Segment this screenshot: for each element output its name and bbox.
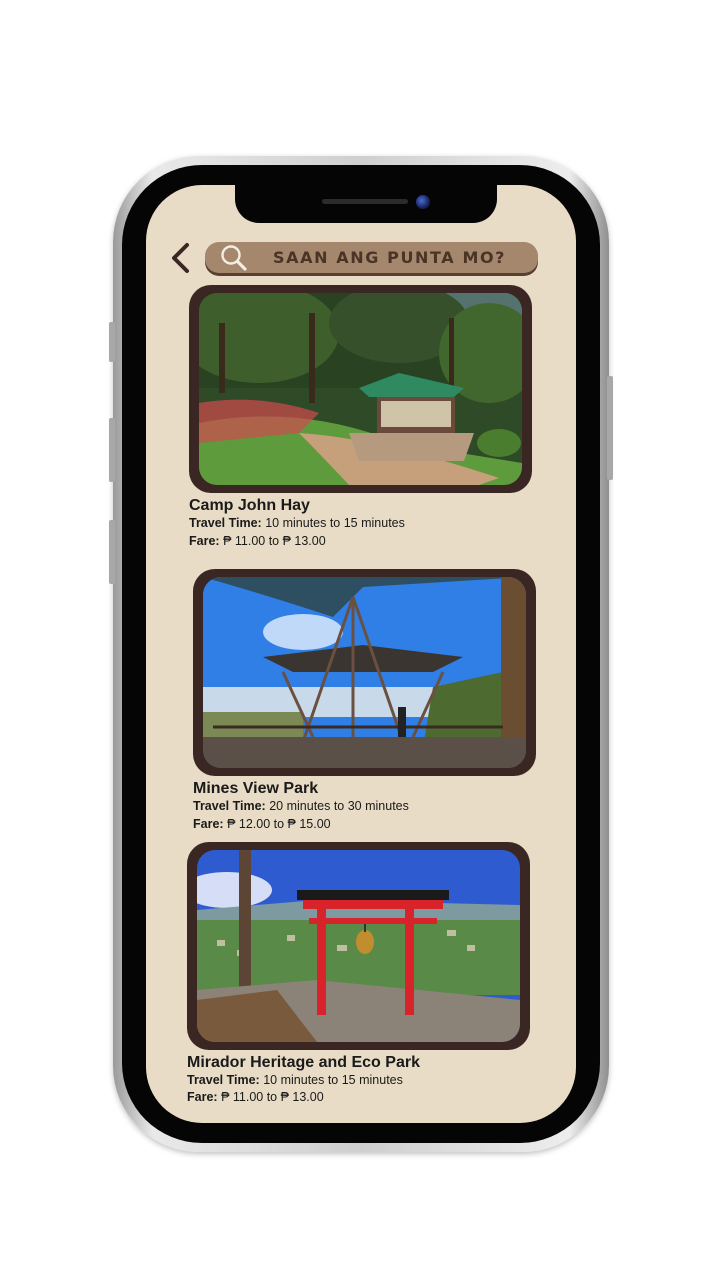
power-button bbox=[607, 376, 613, 480]
fare-row: Fare: ₱ 11.00 to ₱ 13.00 bbox=[189, 534, 326, 548]
volume-down-button bbox=[109, 520, 115, 584]
travel-time-label: Travel Time: bbox=[193, 799, 266, 813]
travel-time-row: Travel Time: 10 minutes to 15 minutes bbox=[189, 516, 405, 530]
travel-time-label: Travel Time: bbox=[189, 516, 262, 530]
fare-value: ₱ 12.00 to ₱ 15.00 bbox=[227, 817, 331, 831]
camera-icon bbox=[416, 195, 430, 209]
search-icon bbox=[221, 245, 247, 271]
travel-time-row: Travel Time: 10 minutes to 15 minutes bbox=[187, 1073, 403, 1087]
silent-switch bbox=[109, 322, 115, 362]
fare-label: Fare: bbox=[193, 817, 224, 831]
place-card-camp-john-hay[interactable] bbox=[189, 285, 532, 493]
back-button[interactable] bbox=[166, 240, 196, 276]
search-bar[interactable]: SAAN ANG PUNTA MO? bbox=[205, 242, 538, 273]
travel-time-value: 10 minutes to 15 minutes bbox=[265, 516, 405, 530]
travel-time-value: 10 minutes to 15 minutes bbox=[263, 1073, 403, 1087]
volume-up-button bbox=[109, 418, 115, 482]
place-title: Camp John Hay bbox=[189, 497, 310, 514]
speaker bbox=[322, 199, 408, 204]
travel-time-label: Travel Time: bbox=[187, 1073, 260, 1087]
place-photo bbox=[203, 577, 526, 768]
place-title: Mines View Park bbox=[193, 780, 319, 797]
place-card-mirador-heritage-and-eco-park[interactable] bbox=[187, 842, 530, 1050]
fare-row: Fare: ₱ 11.00 to ₱ 13.00 bbox=[187, 1090, 324, 1104]
chevron-left-icon bbox=[172, 243, 189, 273]
search-input[interactable]: SAAN ANG PUNTA MO? bbox=[273, 248, 504, 267]
fare-value: ₱ 11.00 to ₱ 13.00 bbox=[223, 534, 326, 548]
fare-label: Fare: bbox=[189, 534, 220, 548]
travel-time-value: 20 minutes to 30 minutes bbox=[269, 799, 409, 813]
fare-value: ₱ 11.00 to ₱ 13.00 bbox=[221, 1090, 324, 1104]
place-photo bbox=[197, 850, 520, 1042]
place-photo bbox=[199, 293, 522, 485]
travel-time-row: Travel Time: 20 minutes to 30 minutes bbox=[193, 799, 409, 813]
fare-row: Fare: ₱ 12.00 to ₱ 15.00 bbox=[193, 817, 331, 831]
fare-label: Fare: bbox=[187, 1090, 218, 1104]
place-card-mines-view-park[interactable] bbox=[193, 569, 536, 776]
place-title: Mirador Heritage and Eco Park bbox=[187, 1054, 420, 1071]
